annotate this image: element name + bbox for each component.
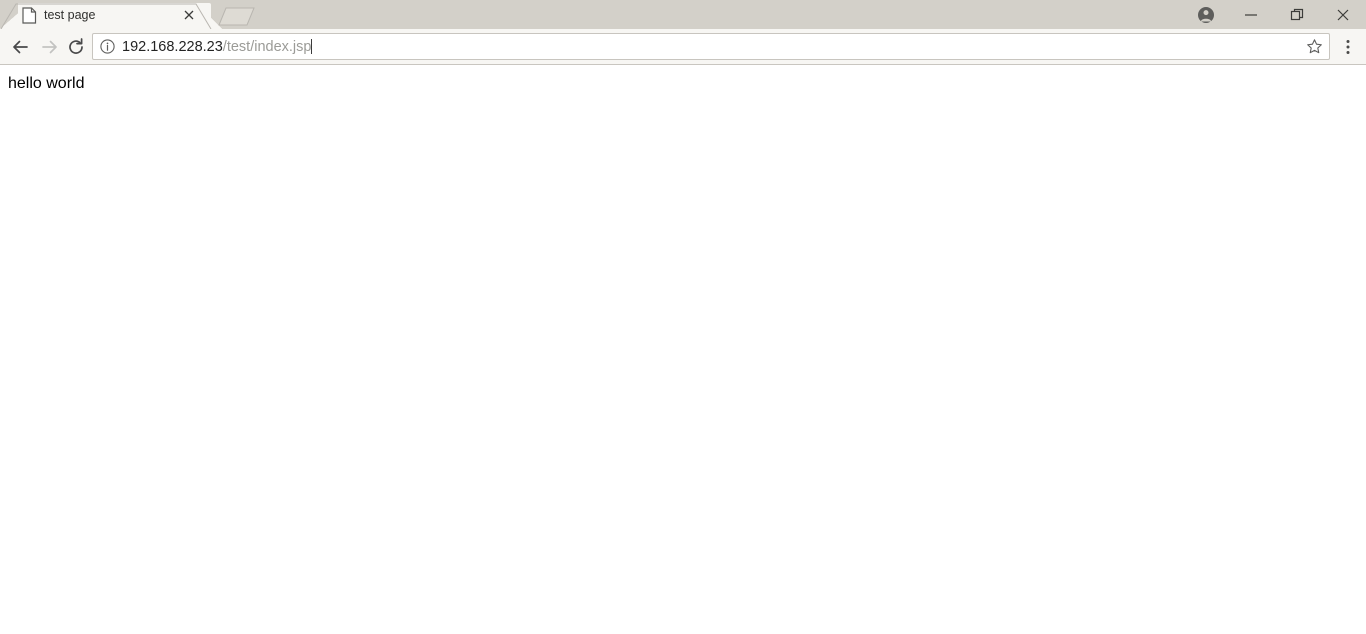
profile-avatar-icon[interactable] <box>1184 0 1228 29</box>
window-controls <box>1184 0 1366 29</box>
url-host: 192.168.228.23 <box>122 38 223 55</box>
text-caret <box>311 38 313 54</box>
info-circle-icon[interactable] <box>99 39 115 55</box>
browser-window: test page 192.168.228.23/test/index.jsp … <box>0 0 1366 634</box>
browser-toolbar: 192.168.228.23/test/index.jsp <box>0 29 1366 65</box>
close-window-button[interactable] <box>1320 0 1366 29</box>
maximize-restore-button[interactable] <box>1274 0 1320 29</box>
tab-close-icon[interactable] <box>181 7 197 23</box>
bookmark-star-icon[interactable] <box>1299 34 1329 59</box>
tab-title: test page <box>44 8 96 22</box>
address-bar[interactable]: 192.168.228.23/test/index.jsp <box>92 33 1330 60</box>
url-path: /test/index.jsp <box>222 38 312 55</box>
title-bar: test page <box>0 0 1366 29</box>
page-body-text: hello world <box>8 75 85 92</box>
page-viewport: hello world https://blog.csdn.net/zzs183… <box>0 66 1366 634</box>
reload-button[interactable] <box>62 33 90 61</box>
three-dot-menu-icon[interactable] <box>1336 34 1360 60</box>
forward-button <box>36 33 64 61</box>
url-text[interactable]: 192.168.228.23/test/index.jsp <box>122 38 1299 56</box>
new-tab-button[interactable] <box>209 6 257 27</box>
page-document-icon <box>22 7 37 24</box>
back-button[interactable] <box>6 33 34 61</box>
minimize-button[interactable] <box>1228 0 1274 29</box>
